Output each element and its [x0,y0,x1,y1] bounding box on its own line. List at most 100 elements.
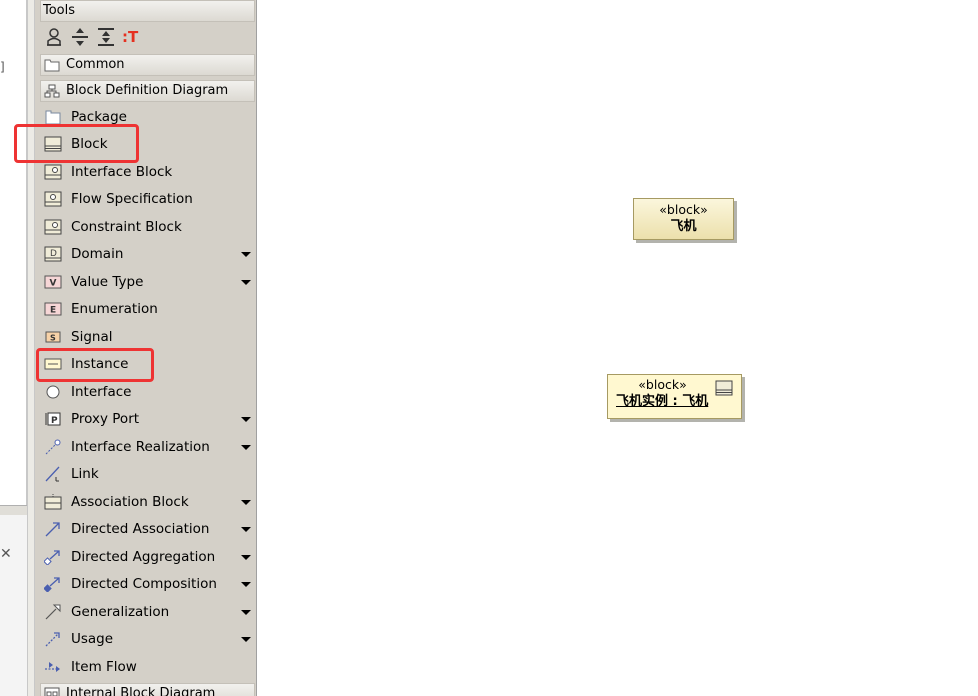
palette-item-label: Enumeration [71,301,158,317]
palette-item-label: Directed Composition [71,576,217,592]
group-ibd[interactable]: Internal Block Diagram [40,683,255,696]
palette-item-directed-aggregation[interactable]: Directed Aggregation [40,544,255,570]
select-icon[interactable] [44,27,64,47]
palette-item-item-flow[interactable]: Item Flow [40,654,255,680]
palette-item-label: Usage [71,631,114,647]
palette-item-signal[interactable]: S Signal [40,324,255,350]
palette-item-label: Instance [71,356,129,372]
palette-item-label: Generalization [71,604,170,620]
palette-item-label: Interface Realization [71,439,210,455]
instance-shape[interactable]: «block» 飞机实例 : 飞机 [607,374,742,419]
block-stereotype: «block» [659,202,708,217]
left-pane-divider[interactable] [0,505,27,515]
palette-item-block[interactable]: Block [40,131,255,157]
sweep-icon[interactable] [70,27,90,47]
constraint-block-icon [44,219,62,235]
interface-icon [46,385,60,399]
palette-item-interface[interactable]: Interface [40,379,255,405]
palette-item-label: Signal [71,329,113,345]
palette-item-proxy-port[interactable]: P Proxy Port [40,406,255,432]
text-tool-icon[interactable]: :T [122,27,142,47]
chevron-down-icon[interactable] [241,280,251,285]
palette-item-domain[interactable]: D Domain [40,241,255,267]
association-block-icon [44,494,62,510]
item-flow-icon [45,662,60,672]
tools-header-label: Tools [43,3,76,18]
palette-item-usage[interactable]: Usage [40,626,255,652]
chevron-down-icon[interactable] [241,527,251,532]
palette-item-label: Package [71,109,127,125]
interface-block-icon [44,164,62,180]
block-shape[interactable]: «block» 飞机 [633,198,734,240]
palette-item-value-type[interactable]: V Value Type [40,269,255,295]
panel-splitter[interactable] [27,0,35,696]
chevron-down-icon[interactable] [241,582,251,587]
chevron-down-icon[interactable] [241,610,251,615]
generalization-icon [45,604,61,620]
chevron-down-icon[interactable] [241,417,251,422]
palette-item-label: Value Type [71,274,144,290]
block-icon [44,136,62,152]
group-bdd[interactable]: Block Definition Diagram [40,80,255,102]
palette-item-interface-block[interactable]: Interface Block [40,159,255,185]
usage-icon [45,632,60,647]
chevron-down-icon[interactable] [241,500,251,505]
directed-aggregation-icon [44,550,60,565]
group-common[interactable]: Common [40,54,255,76]
palette-item-interface-realization[interactable]: Interface Realization [40,434,255,460]
insert-space-icon[interactable] [96,27,116,47]
group-common-label: Common [66,57,125,72]
chevron-down-icon[interactable] [241,445,251,450]
palette-item-constraint-block[interactable]: Constraint Block [40,214,255,240]
palette-item-flow-specification[interactable]: Flow Specification [40,186,255,212]
signal-icon: S [45,331,61,343]
tool-icons-row: :T [44,26,154,48]
palette-item-link[interactable]: Link [40,461,255,487]
group-bdd-label: Block Definition Diagram [66,83,229,98]
palette-item-instance[interactable]: Instance [40,351,255,377]
chevron-down-icon[interactable] [241,555,251,560]
diagram-palette: Tools :T Common Block Definition Diagram [35,0,257,696]
truncated-text: ] [0,60,5,74]
palette-item-generalization[interactable]: Generalization [40,599,255,625]
proxy-port-icon: P [45,412,61,426]
domain-icon: D [44,246,62,262]
bdd-icon [44,84,60,98]
svg-text:E: E [50,306,56,316]
package-icon [45,110,61,125]
palette-item-label: Interface [71,384,132,400]
palette-item-directed-association[interactable]: Directed Association [40,516,255,542]
diagram-canvas[interactable]: «block» 飞机 «block» 飞机实例 : 飞机 [258,0,978,696]
tools-header[interactable]: Tools [40,0,255,22]
left-lower-pane: ✕ [0,515,27,696]
group-ibd-label: Internal Block Diagram [66,686,216,696]
palette-item-directed-composition[interactable]: Directed Composition [40,571,255,597]
palette-item-label: Association Block [71,494,189,510]
palette-item-association-block[interactable]: Association Block [40,489,255,515]
close-icon[interactable]: ✕ [0,546,12,562]
block-icon [715,380,733,396]
palette-item-label: Directed Association [71,521,210,537]
enumeration-icon: E [44,302,62,316]
directed-association-icon [45,522,60,537]
left-panel-stub: ] ✕ [0,0,27,696]
svg-text:V: V [50,279,57,289]
value-type-icon: V [44,275,62,289]
palette-item-label: Link [71,466,99,482]
palette-item-package[interactable]: Package [40,104,255,130]
block-name: 飞机 [670,219,697,234]
chevron-down-icon[interactable] [241,637,251,642]
palette-item-label: Flow Specification [71,191,193,207]
flow-specification-icon [44,191,62,207]
ibd-icon [44,687,60,696]
directed-composition-icon [44,577,60,592]
palette-item-label: Domain [71,246,124,262]
link-icon [45,466,60,482]
palette-item-label: Item Flow [71,659,137,675]
palette-item-label: Proxy Port [71,411,140,427]
palette-item-label: Interface Block [71,164,173,180]
chevron-down-icon[interactable] [241,252,251,257]
palette-item-enumeration[interactable]: E Enumeration [40,296,255,322]
palette-item-label: Block [71,136,108,152]
svg-text:P: P [51,416,58,426]
